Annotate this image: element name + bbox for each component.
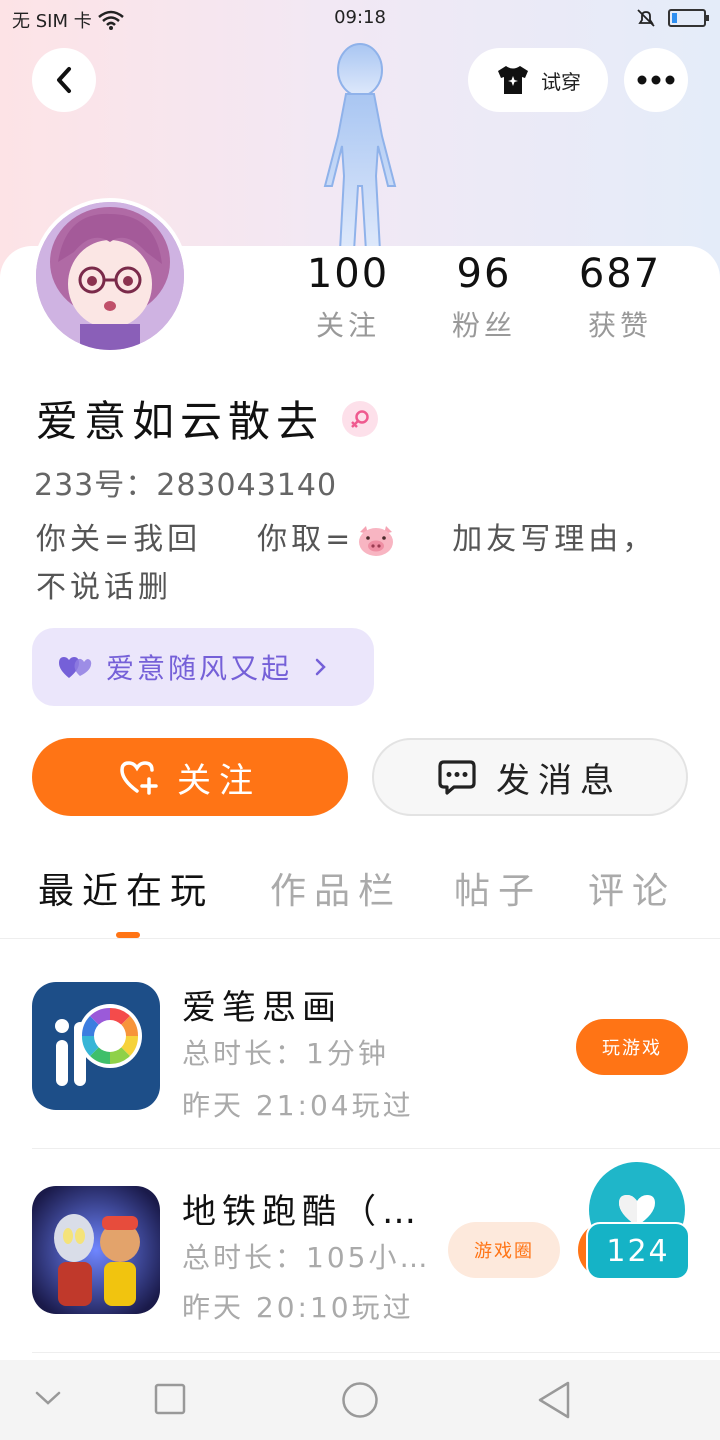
like-count: 124	[586, 1222, 690, 1280]
stat-value: 100	[306, 251, 390, 297]
try-on-label: 试穿	[541, 69, 581, 94]
avatar-illustration	[36, 202, 184, 350]
bio-text: 不说话删	[36, 570, 172, 605]
stat-label: 关注	[315, 309, 380, 342]
game-duration: 总时长：1分钟	[182, 1037, 389, 1070]
tab-posts[interactable]: 帖子	[454, 862, 542, 914]
play-game-button[interactable]: 玩游戏	[576, 1019, 688, 1075]
stat-following[interactable]: 100 关注	[280, 248, 416, 344]
chevron-down-icon[interactable]	[34, 1388, 62, 1408]
game-last-played: 昨天 20:10玩过	[182, 1291, 414, 1324]
stat-value: 687	[578, 251, 662, 297]
bell-muted-icon	[637, 9, 655, 27]
back-button[interactable]	[32, 48, 96, 112]
stat-label: 获赞	[587, 309, 652, 342]
more-dots-icon	[637, 75, 675, 85]
battery-icon	[668, 9, 709, 27]
chat-bubble-icon	[438, 760, 476, 795]
clock: 09:18	[334, 7, 386, 28]
game-app-icon	[32, 982, 160, 1110]
stat-value: 96	[456, 251, 512, 297]
game-duration: 总时长：105小…	[182, 1241, 431, 1274]
chevron-right-icon	[315, 658, 326, 676]
game-name: 爱笔思画	[182, 988, 342, 1028]
female-gender-icon	[342, 400, 379, 437]
profile-stats: 100 关注 96 粉丝 687 获赞	[280, 248, 688, 344]
heart-plus-icon	[120, 761, 158, 795]
pig-face-icon	[359, 525, 394, 556]
tab-comments[interactable]: 评论	[588, 862, 676, 914]
home-circle-icon[interactable]	[341, 1381, 379, 1419]
game-app-icon	[32, 1186, 160, 1314]
divider	[32, 1148, 720, 1149]
back-triangle-icon[interactable]	[536, 1380, 572, 1420]
message-label: 发消息	[496, 760, 622, 801]
nickname: 爱意如云散去	[36, 397, 325, 446]
more-button[interactable]	[624, 48, 688, 112]
avatar-figure-illustration	[323, 43, 397, 251]
user-id: 233号：283043140	[34, 468, 338, 503]
stat-label: 粉丝	[451, 309, 516, 342]
tab-works[interactable]: 作品栏	[270, 862, 402, 914]
hearts-icon	[59, 657, 92, 678]
bio: 你关=我回 你取= 加友写理由， 不说话删	[36, 516, 676, 612]
bio-text: 你关=我回	[36, 522, 202, 557]
game-last-played: 昨天 21:04玩过	[182, 1089, 414, 1122]
recents-square-icon[interactable]	[154, 1383, 186, 1415]
system-navigation-bar	[0, 1360, 720, 1440]
divider	[32, 1352, 720, 1353]
tag-label: 爱意随风又起	[106, 652, 293, 685]
follow-button[interactable]: 关注	[32, 738, 348, 816]
status-bar: 无 SIM 卡 09:18	[0, 0, 720, 36]
follow-label: 关注	[177, 760, 261, 801]
bio-text: 加友写理由，	[452, 522, 657, 557]
stat-followers[interactable]: 96 粉丝	[416, 248, 552, 344]
tab-recently-played[interactable]: 最近在玩	[38, 862, 214, 914]
stat-likes[interactable]: 687 获赞	[552, 248, 688, 344]
game-name: 地铁跑酷（…	[182, 1192, 422, 1232]
profile-tag-button[interactable]: 爱意随风又起	[32, 628, 374, 706]
floating-like-button[interactable]: 124	[586, 1162, 690, 1280]
chevron-left-icon	[57, 67, 71, 93]
game-item[interactable]: 爱笔思画 总时长：1分钟 昨天 21:04玩过 玩游戏	[32, 982, 688, 1182]
profile-tabs: 最近在玩 作品栏 帖子 评论	[0, 862, 720, 938]
tshirt-icon	[498, 66, 528, 94]
try-on-button[interactable]: 试穿	[468, 48, 608, 112]
divider	[0, 938, 720, 939]
avatar[interactable]	[32, 198, 188, 354]
game-circle-button[interactable]: 游戏圈	[448, 1222, 560, 1278]
message-button[interactable]: 发消息	[372, 738, 688, 816]
nickname-row: 爱意如云散去	[36, 388, 379, 449]
bio-text: 你取=	[257, 522, 355, 557]
